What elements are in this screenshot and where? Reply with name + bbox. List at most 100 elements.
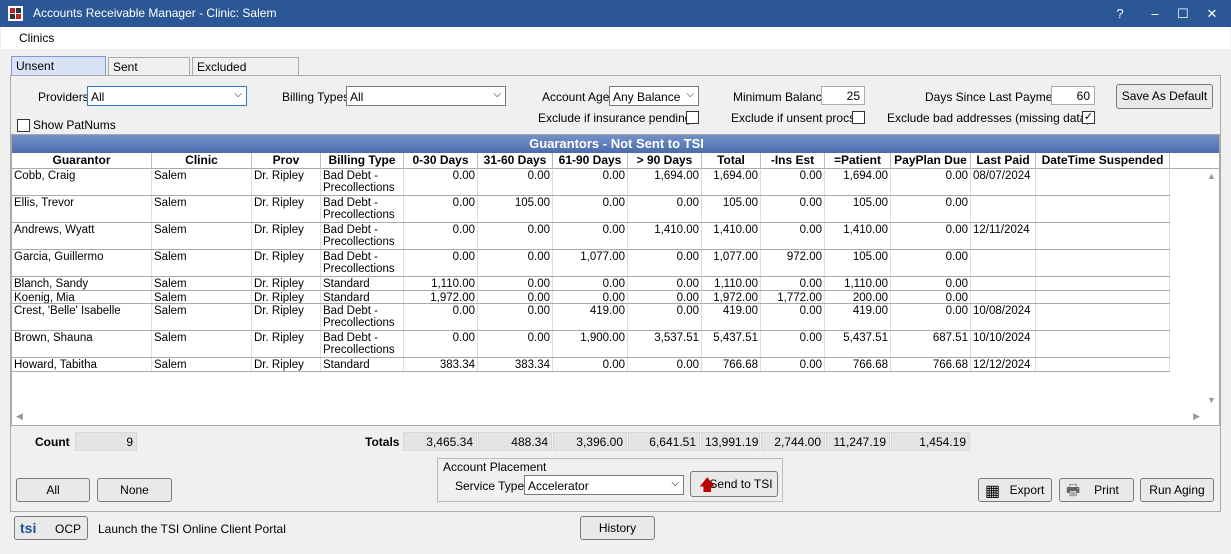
column-header[interactable]: Clinic: [152, 153, 252, 169]
history-button[interactable]: History: [580, 516, 655, 540]
select-none-button[interactable]: None: [97, 478, 172, 502]
exclude-bad-addresses-checkbox[interactable]: ✓: [1082, 111, 1095, 124]
account-age-value: Any Balance: [613, 90, 681, 104]
export-button[interactable]: ▦ Export: [978, 478, 1052, 502]
table-row[interactable]: Blanch, Sandy Salem Dr. Ripley Standard 1,11…: [12, 277, 1170, 291]
billing-types-label: Billing Types: [282, 90, 350, 104]
tab-sent-accounts[interactable]: Sent Accounts: [108, 57, 190, 88]
table-cell: [1036, 304, 1170, 330]
table-cell: Standard: [321, 290, 404, 303]
table-cell: 1,077.00: [553, 250, 628, 276]
table-cell: [1036, 169, 1170, 195]
table-cell: 5,437.51: [702, 331, 761, 357]
table-cell: 1,694.00: [825, 169, 891, 195]
table-cell: Dr. Ripley: [252, 290, 321, 303]
days-since-payment-input[interactable]: 60: [1051, 86, 1095, 105]
scroll-left-icon[interactable]: ◀: [16, 411, 23, 422]
run-aging-button[interactable]: Run Aging: [1140, 478, 1214, 502]
table-cell: [1036, 331, 1170, 357]
table-cell: 419.00: [702, 304, 761, 330]
table-cell: 0.00: [891, 277, 971, 290]
table-cell: 419.00: [825, 304, 891, 330]
total-value: 3,465.34: [403, 432, 477, 451]
table-cell: Howard, Tabitha: [12, 358, 152, 371]
table-row[interactable]: Cobb, Craig Salem Dr. Ripley Bad Debt - Pre…: [12, 169, 1170, 196]
column-header[interactable]: 31-60 Days: [478, 153, 553, 169]
min-balance-input[interactable]: 25: [821, 86, 865, 105]
table-row[interactable]: Howard, Tabitha Salem Dr. Ripley Standard 38…: [12, 358, 1170, 372]
table-cell: 0.00: [478, 169, 553, 195]
scroll-right-icon[interactable]: ▶: [1193, 411, 1200, 422]
column-header[interactable]: Billing Type: [321, 153, 404, 169]
close-icon[interactable]: ✕: [1200, 4, 1224, 24]
chevron-down-icon: ⌵: [493, 89, 501, 100]
table-cell: 0.00: [478, 290, 553, 303]
table-cell: 0.00: [891, 169, 971, 195]
days-since-payment-label: Days Since Last Payment: [925, 90, 1063, 104]
column-header[interactable]: DateTime Suspended: [1036, 153, 1170, 169]
help-icon[interactable]: ?: [1108, 4, 1132, 24]
table-cell: Standard: [321, 277, 404, 290]
table-cell: 1,110.00: [404, 277, 478, 290]
column-header[interactable]: PayPlan Due: [891, 153, 971, 169]
table-row[interactable]: Andrews, Wyatt Salem Dr. Ripley Bad Debt - …: [12, 223, 1170, 250]
table-row[interactable]: Garcia, Guillermo Salem Dr. Ripley Bad Debt…: [12, 250, 1170, 277]
table-cell: Dr. Ripley: [252, 250, 321, 276]
total-value: 3,396.00: [553, 432, 627, 451]
table-cell: 0.00: [761, 169, 825, 195]
table-cell: [1036, 358, 1170, 371]
maximize-icon[interactable]: ☐: [1171, 4, 1195, 24]
table-cell: 10/10/2024: [971, 331, 1036, 357]
table-row[interactable]: Brown, Shauna Salem Dr. Ripley Bad Debt - P…: [12, 331, 1170, 358]
table-cell: 0.00: [628, 196, 702, 222]
table-cell: 766.68: [702, 358, 761, 371]
account-age-select[interactable]: Any Balance ⌵: [609, 86, 699, 106]
select-all-button[interactable]: All: [16, 478, 90, 502]
table-cell: Bad Debt - Precollections: [321, 169, 404, 195]
tab-unsent-accounts[interactable]: Unsent Accounts: [11, 56, 106, 87]
table-row[interactable]: Koenig, Mia Salem Dr. Ripley Standard 1,972.…: [12, 290, 1170, 304]
service-type-select[interactable]: Accelerator ⌵: [524, 475, 684, 495]
scroll-up-icon[interactable]: ▲: [1207, 171, 1216, 181]
horizontal-scrollbar[interactable]: ◀ ▶: [12, 408, 1204, 425]
column-header[interactable]: 0-30 Days: [404, 153, 478, 169]
total-value: 13,991.19: [701, 432, 760, 451]
tsi-ocp-button[interactable]: tsi OCP: [14, 516, 88, 540]
ocp-label: OCP: [55, 522, 82, 536]
save-as-default-button[interactable]: Save As Default: [1116, 84, 1213, 109]
table-cell: Dr. Ripley: [252, 304, 321, 330]
table-cell: Koenig, Mia: [12, 290, 152, 303]
column-header[interactable]: -Ins Est: [761, 153, 825, 169]
column-header[interactable]: =Patient: [825, 153, 891, 169]
tab-excluded-accounts[interactable]: Excluded Accounts: [192, 57, 299, 88]
vertical-scrollbar[interactable]: ▲ ▼: [1202, 169, 1219, 425]
column-header[interactable]: Guarantor: [12, 153, 152, 169]
minimize-icon[interactable]: –: [1143, 4, 1167, 24]
print-label: Print: [1094, 483, 1119, 497]
column-header[interactable]: Prov: [252, 153, 321, 169]
table-row[interactable]: Crest, 'Belle' Isabelle Salem Dr. Ripley Ba…: [12, 304, 1170, 331]
table-cell: 0.00: [404, 304, 478, 330]
table-cell: Blanch, Sandy: [12, 277, 152, 290]
billing-types-select[interactable]: All ⌵: [346, 86, 506, 106]
table-cell: Ellis, Trevor: [12, 196, 152, 222]
table-row[interactable]: Ellis, Trevor Salem Dr. Ripley Bad Debt - P…: [12, 196, 1170, 223]
column-header[interactable]: Total: [702, 153, 761, 169]
column-header[interactable]: > 90 Days: [628, 153, 702, 169]
column-header[interactable]: Last Paid: [971, 153, 1036, 169]
print-button[interactable]: 🖶 Print: [1059, 478, 1134, 502]
providers-select[interactable]: All ⌵: [87, 86, 247, 106]
menu-clinics[interactable]: Clinics: [19, 31, 54, 45]
guarantors-grid[interactable]: Guarantors - Not Sent to TSI Guarantor Cl…: [11, 134, 1220, 426]
table-cell: 0.00: [478, 304, 553, 330]
send-to-tsi-button[interactable]: 🡅 Send to TSI: [690, 471, 778, 497]
column-header[interactable]: 61-90 Days: [553, 153, 628, 169]
exclude-unsent-procs-checkbox[interactable]: [852, 111, 865, 124]
providers-value: All: [91, 90, 105, 104]
exclude-ins-pending-checkbox[interactable]: [686, 111, 699, 124]
scroll-down-icon[interactable]: ▼: [1207, 395, 1216, 405]
table-cell: Bad Debt - Precollections: [321, 304, 404, 330]
app-icon: [8, 6, 23, 21]
show-patnums-checkbox[interactable]: [17, 119, 30, 132]
service-type-label: Service Type: [455, 479, 525, 493]
